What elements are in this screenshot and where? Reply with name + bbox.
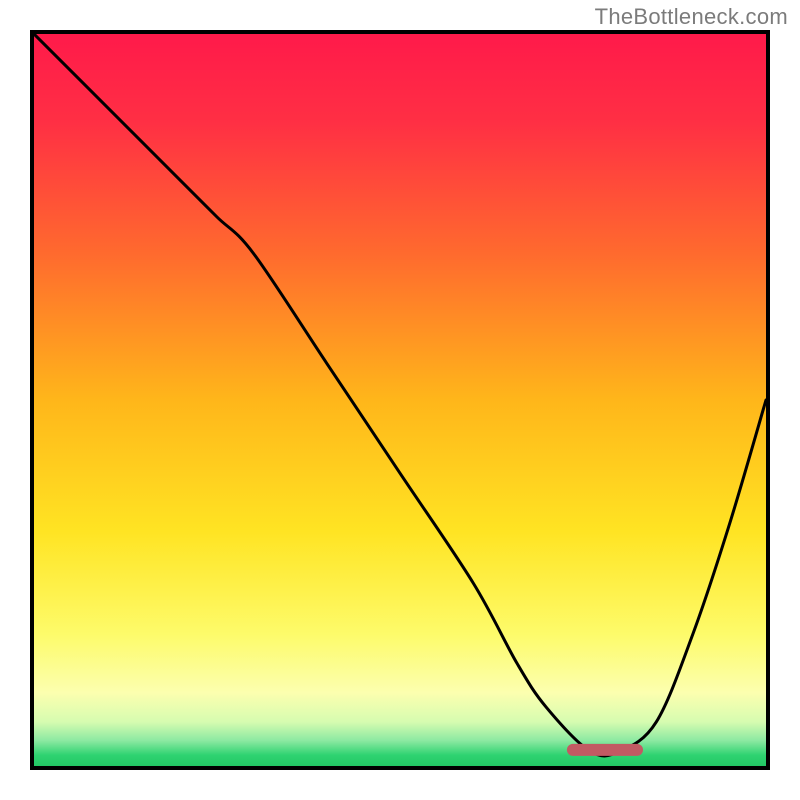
chart-canvas	[34, 34, 766, 766]
optimal-marker	[567, 744, 643, 756]
chart-frame	[30, 30, 770, 770]
watermark-text: TheBottleneck.com	[595, 4, 788, 30]
